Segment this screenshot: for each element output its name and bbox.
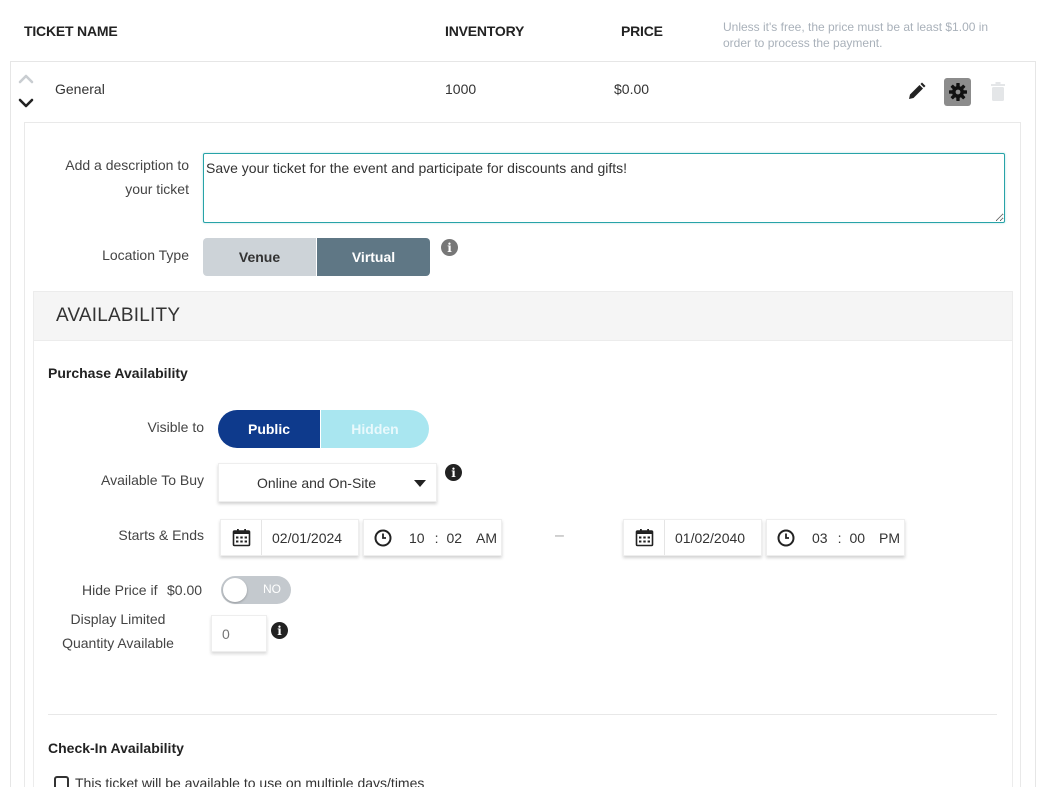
start-date-value: 02/01/2024 bbox=[272, 529, 343, 546]
limited-quantity-input[interactable] bbox=[211, 615, 267, 652]
calendar-icon bbox=[232, 529, 250, 547]
time-separator: : bbox=[837, 529, 842, 546]
location-venue-button[interactable]: Venue bbox=[203, 238, 316, 276]
calendar-icon bbox=[635, 529, 653, 547]
col-header-price: PRICE bbox=[621, 23, 663, 39]
start-minute[interactable]: 02 bbox=[438, 530, 462, 546]
end-date-value: 01/02/2040 bbox=[675, 529, 746, 546]
clock-icon-cell bbox=[364, 529, 401, 547]
toggle-state-label: NO bbox=[263, 582, 281, 596]
start-date-picker[interactable]: 02/01/2024 bbox=[220, 519, 359, 556]
calendar-icon-cell bbox=[624, 520, 665, 555]
end-hour[interactable]: 03 bbox=[804, 530, 828, 546]
display-limited-label: Display Limited Quantity Available bbox=[62, 611, 174, 651]
hide-price-toggle[interactable]: NO bbox=[221, 576, 291, 604]
hide-price-amount: $0.00 bbox=[167, 582, 203, 598]
visible-to-label: Visible to bbox=[147, 419, 204, 435]
toggle-knob bbox=[223, 578, 247, 602]
ticket-price: $0.00 bbox=[614, 81, 650, 97]
range-separator: – bbox=[555, 527, 564, 544]
edit-ticket-button[interactable] bbox=[905, 81, 927, 103]
chevron-down-icon bbox=[18, 98, 34, 108]
info-icon[interactable]: i bbox=[445, 464, 462, 481]
clock-icon bbox=[777, 529, 794, 546]
price-note: Unless it's free, the price must be at l… bbox=[723, 20, 989, 50]
purchase-availability-title: Purchase Availability bbox=[48, 365, 188, 381]
trash-icon bbox=[991, 82, 1005, 101]
end-ampm[interactable]: PM bbox=[865, 530, 900, 546]
end-minute[interactable]: 00 bbox=[841, 530, 865, 546]
time-separator: : bbox=[434, 529, 439, 546]
availability-header bbox=[34, 292, 1012, 341]
checkin-availability-title: Check-In Availability bbox=[48, 740, 184, 756]
available-to-buy-value: Online and On-Site bbox=[257, 474, 377, 491]
start-ampm[interactable]: AM bbox=[462, 530, 497, 546]
gear-icon bbox=[948, 83, 967, 101]
move-up-button[interactable] bbox=[17, 72, 35, 86]
start-time-picker[interactable]: 10 : 02 AM bbox=[363, 519, 502, 556]
availability-title: AVAILABILITY bbox=[56, 305, 181, 326]
visible-hidden-button[interactable]: Hidden bbox=[321, 410, 429, 448]
clock-icon bbox=[374, 529, 391, 546]
hide-price-label: Hide Price if bbox=[82, 582, 158, 598]
clock-icon-cell bbox=[767, 529, 804, 547]
description-label: Add a description to your ticket bbox=[65, 157, 189, 197]
ticket-settings-button[interactable] bbox=[944, 78, 971, 106]
visible-public-button[interactable]: Public bbox=[218, 410, 320, 448]
available-to-buy-select[interactable]: Online and On-Site bbox=[218, 463, 437, 502]
end-date-picker[interactable]: 01/02/2040 bbox=[623, 519, 762, 556]
ticket-name: General bbox=[55, 81, 105, 97]
end-time-picker[interactable]: 03 : 00 PM bbox=[766, 519, 905, 556]
pencil-icon bbox=[909, 82, 926, 99]
location-type-label: Location Type bbox=[102, 247, 189, 263]
starts-ends-label: Starts & Ends bbox=[118, 527, 204, 543]
info-icon[interactable]: i bbox=[271, 622, 288, 639]
chevron-up-icon bbox=[18, 74, 34, 84]
col-header-ticket-name: TICKET NAME bbox=[24, 23, 118, 39]
move-down-button[interactable] bbox=[17, 96, 35, 110]
section-divider bbox=[48, 714, 997, 715]
multiple-days-label: This ticket will be available to use on … bbox=[75, 775, 425, 787]
start-hour[interactable]: 10 bbox=[401, 530, 425, 546]
available-to-buy-label: Available To Buy bbox=[101, 472, 204, 488]
col-header-inventory: INVENTORY bbox=[445, 23, 525, 39]
ticket-inventory: 1000 bbox=[445, 81, 477, 97]
calendar-icon-cell bbox=[221, 520, 262, 555]
description-textarea[interactable] bbox=[203, 153, 1005, 223]
chevron-down-icon bbox=[414, 480, 426, 487]
location-virtual-button[interactable]: Virtual bbox=[317, 238, 430, 276]
delete-ticket-button[interactable] bbox=[988, 81, 1008, 103]
multiple-days-checkbox[interactable] bbox=[54, 776, 69, 787]
info-icon[interactable]: i bbox=[441, 239, 458, 256]
